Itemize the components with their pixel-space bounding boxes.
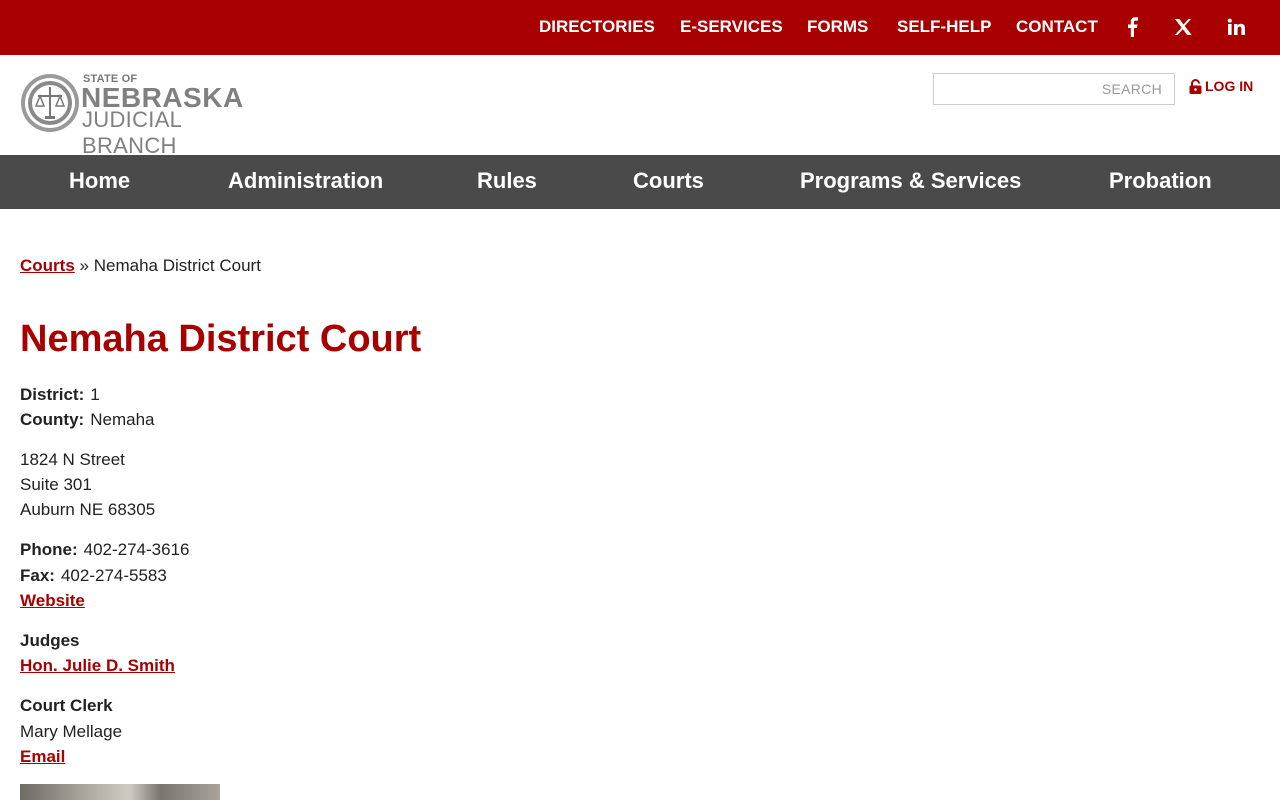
district-row: District: 1 <box>20 385 100 405</box>
court-photo <box>20 784 220 800</box>
judge-link[interactable]: Hon. Julie D. Smith <box>20 656 175 675</box>
breadcrumb: Courts » Nemaha District Court <box>20 256 261 276</box>
breadcrumb-current: Nemaha District Court <box>93 256 261 275</box>
court-photo-image <box>20 784 220 800</box>
clerk-label: Court Clerk <box>20 696 113 715</box>
email-link[interactable]: Email <box>20 747 65 766</box>
judge-row: Hon. Julie D. Smith <box>20 656 175 676</box>
fax-label: Fax: <box>20 566 55 585</box>
address-line-2: Suite 301 <box>20 475 92 494</box>
site-logo[interactable]: STATE OF NEBRASKA JUDICIAL BRANCH <box>20 72 280 158</box>
x-icon[interactable] <box>1170 14 1196 40</box>
judges-heading: Judges <box>20 631 86 651</box>
district-value: 1 <box>90 385 100 404</box>
judges-label: Judges <box>20 631 80 650</box>
main-nav: Home Administration Rules Courts Program… <box>0 155 1280 209</box>
top-link-contact[interactable]: CONTACT <box>1016 17 1098 37</box>
page-title: Nemaha District Court <box>20 318 422 360</box>
logo-judicial-branch: JUDICIAL BRANCH <box>82 107 182 158</box>
lock-icon <box>1189 78 1202 94</box>
nav-item-rules[interactable]: Rules <box>477 168 537 194</box>
county-label: County: <box>20 410 85 429</box>
clerk-heading: Court Clerk <box>20 696 119 716</box>
phone-row: Phone: 402-274-3616 <box>20 540 189 560</box>
email-row: Email <box>20 747 65 767</box>
login-label: LOG IN <box>1205 78 1254 94</box>
top-link-self-help[interactable]: SELF-HELP <box>897 17 991 37</box>
top-link-directories[interactable]: DIRECTORIES <box>539 17 655 37</box>
clerk-name: Mary Mellage <box>20 722 123 741</box>
fax-value: 402-274-5583 <box>60 566 167 585</box>
breadcrumb-link-courts[interactable]: Courts <box>20 256 75 275</box>
phone-label: Phone: <box>20 540 78 559</box>
district-label: District: <box>20 385 85 404</box>
top-utility-bar: DIRECTORIES E-SERVICES FORMS SELF-HELP C… <box>0 0 1280 55</box>
fax-row: Fax: 402-274-5583 <box>20 566 167 586</box>
linkedin-icon[interactable] <box>1223 14 1249 40</box>
login-link[interactable]: LOG IN <box>1189 78 1253 94</box>
nav-item-administration[interactable]: Administration <box>228 168 383 194</box>
breadcrumb-separator: » <box>79 256 89 275</box>
address-line-1: 1824 N Street <box>20 450 125 469</box>
facebook-icon[interactable] <box>1119 14 1145 40</box>
phone-value: 402-274-3616 <box>83 540 190 559</box>
nav-item-probation[interactable]: Probation <box>1109 168 1212 194</box>
website-row: Website <box>20 591 85 611</box>
nav-item-home[interactable]: Home <box>69 168 130 194</box>
nav-item-courts[interactable]: Courts <box>633 168 704 194</box>
seal-icon <box>21 74 79 132</box>
address-line-3: Auburn NE 68305 <box>20 500 156 519</box>
nav-item-programs-services[interactable]: Programs & Services <box>800 168 1021 194</box>
county-row: County: Nemaha <box>20 410 154 430</box>
county-value: Nemaha <box>90 410 155 429</box>
website-link[interactable]: Website <box>20 591 85 610</box>
top-link-forms[interactable]: FORMS <box>807 17 868 37</box>
top-link-e-services[interactable]: E-SERVICES <box>680 17 783 37</box>
search-box <box>933 73 1175 105</box>
search-input[interactable] <box>934 74 1174 104</box>
